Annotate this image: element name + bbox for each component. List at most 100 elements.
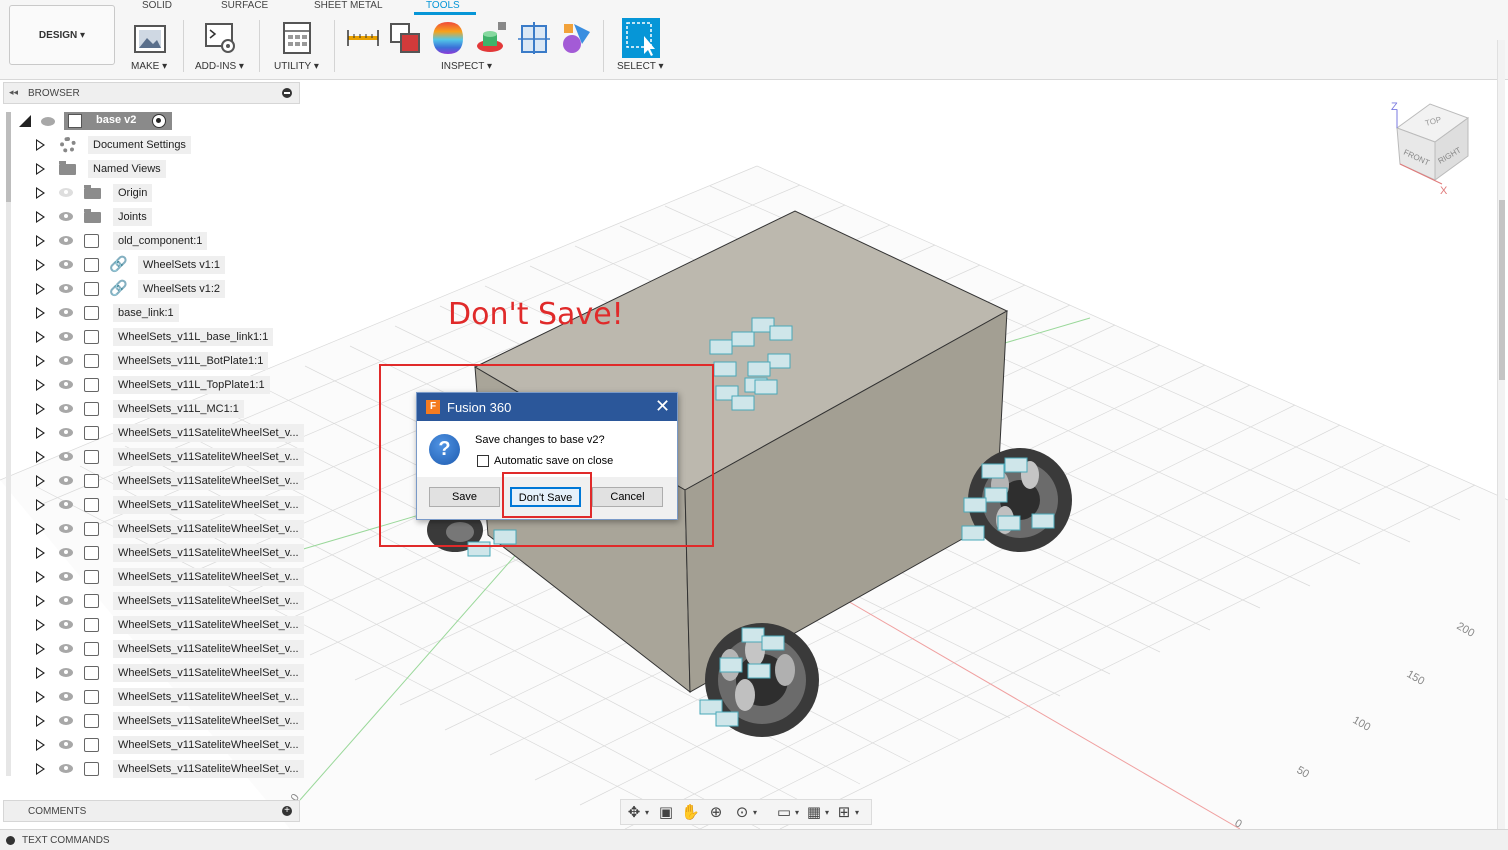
tab-tools[interactable]: TOOLS: [426, 0, 460, 11]
browser-tree-item[interactable]: WheelSets_v11SateliteWheelSet_v...: [32, 686, 304, 708]
visibility-eye-icon[interactable]: [59, 428, 73, 437]
expand-caret-icon[interactable]: [36, 667, 45, 679]
expand-caret-icon[interactable]: [36, 475, 45, 487]
browser-tree-item[interactable]: Origin: [32, 182, 302, 204]
expand-caret-icon[interactable]: [36, 595, 45, 607]
zebra-analysis-icon[interactable]: [431, 20, 465, 56]
browser-tree-item[interactable]: WheelSets_v11SateliteWheelSet_v...: [32, 470, 304, 492]
visibility-eye-icon[interactable]: [59, 668, 73, 677]
visibility-eye-icon[interactable]: [59, 188, 73, 197]
expand-caret-icon[interactable]: [36, 403, 45, 415]
viewports-icon[interactable]: ⊞: [835, 804, 853, 822]
expand-caret-icon[interactable]: [36, 139, 45, 151]
expand-caret-icon[interactable]: [36, 211, 45, 223]
visibility-eye-icon[interactable]: [59, 284, 73, 293]
expand-caret-icon[interactable]: [36, 283, 45, 295]
visibility-eye-icon[interactable]: [59, 500, 73, 509]
browser-tree-item[interactable]: Joints: [32, 206, 302, 228]
browser-tree-item[interactable]: WheelSets_v11L_MC1:1: [32, 398, 302, 420]
expand-caret-icon[interactable]: [36, 571, 45, 583]
expand-caret-icon[interactable]: [36, 379, 45, 391]
select-tool-icon[interactable]: [622, 18, 660, 58]
cancel-button[interactable]: Cancel: [592, 487, 663, 507]
draft-analysis-icon[interactable]: [474, 20, 508, 56]
visibility-eye-icon[interactable]: [59, 740, 73, 749]
expand-caret-icon[interactable]: [36, 763, 45, 775]
section-analysis-icon[interactable]: [518, 20, 552, 56]
expand-root-icon[interactable]: [19, 115, 31, 127]
text-commands-toggle-icon[interactable]: [6, 836, 15, 845]
browser-tree-item[interactable]: WheelSets_v11SateliteWheelSet_v...: [32, 758, 304, 780]
visibility-eye-icon[interactable]: [59, 572, 73, 581]
browser-tree-item[interactable]: base_link:1: [32, 302, 302, 324]
automatic-save-checkbox[interactable]: [477, 455, 489, 467]
browser-tree-item[interactable]: WheelSets_v11L_TopPlate1:1: [32, 374, 302, 396]
select-group-label[interactable]: SELECT ▾: [617, 61, 664, 72]
interference-icon[interactable]: [389, 20, 423, 56]
viewport-scrollbar[interactable]: [1497, 40, 1505, 830]
expand-caret-icon[interactable]: [36, 235, 45, 247]
expand-caret-icon[interactable]: [36, 163, 45, 175]
expand-caret-icon[interactable]: [36, 523, 45, 535]
automatic-save-label[interactable]: Automatic save on close: [494, 455, 613, 467]
browser-tree-item[interactable]: WheelSets_v11SateliteWheelSet_v...: [32, 518, 304, 540]
display-dropdown-icon[interactable]: ▾: [795, 808, 799, 817]
zoom-icon[interactable]: ⊕: [707, 804, 725, 822]
expand-caret-icon[interactable]: [36, 427, 45, 439]
visibility-eye-icon[interactable]: [59, 308, 73, 317]
addins-group-label[interactable]: ADD-INS ▾: [195, 61, 244, 72]
expand-caret-icon[interactable]: [36, 259, 45, 271]
expand-caret-icon[interactable]: [36, 499, 45, 511]
browser-tree-item[interactable]: WheelSets_v11L_base_link1:1: [32, 326, 302, 348]
add-comment-icon[interactable]: +: [282, 806, 292, 816]
browser-tree-item[interactable]: old_component:1: [32, 230, 302, 252]
visibility-eye-icon[interactable]: [59, 332, 73, 341]
text-commands-bar[interactable]: TEXT COMMANDS: [0, 829, 1508, 850]
orbit-icon[interactable]: ✥: [625, 804, 643, 822]
expand-caret-icon[interactable]: [36, 187, 45, 199]
utility-group-label[interactable]: UTILITY ▾: [274, 61, 319, 72]
expand-caret-icon[interactable]: [36, 307, 45, 319]
collapse-panel-icon[interactable]: ◂◂: [9, 87, 18, 98]
visibility-eye-icon[interactable]: [59, 452, 73, 461]
measure-icon[interactable]: [346, 20, 380, 56]
browser-tree-item[interactable]: WheelSets_v11SateliteWheelSet_v...: [32, 566, 304, 588]
browser-tree-item[interactable]: WheelSets_v11SateliteWheelSet_v...: [32, 710, 304, 732]
visibility-eye-icon[interactable]: [59, 764, 73, 773]
browser-tree-item[interactable]: WheelSets_v11SateliteWheelSet_v...: [32, 662, 304, 684]
expand-caret-icon[interactable]: [36, 547, 45, 559]
expand-caret-icon[interactable]: [36, 739, 45, 751]
visibility-eye-icon[interactable]: [59, 692, 73, 701]
visibility-eye-icon[interactable]: [59, 620, 73, 629]
visibility-eye-icon[interactable]: [59, 260, 73, 269]
view-cube[interactable]: TOP FRONT RIGHT Z X: [1391, 101, 1470, 197]
browser-minimize-icon[interactable]: [282, 88, 292, 98]
viewports-dropdown-icon[interactable]: ▾: [855, 808, 859, 817]
browser-tree-item[interactable]: WheelSets_v11SateliteWheelSet_v...: [32, 494, 304, 516]
browser-tree-item[interactable]: 🔗 WheelSets v1:2: [32, 278, 302, 300]
browser-tree-item[interactable]: WheelSets_v11SateliteWheelSet_v...: [32, 614, 304, 636]
expand-caret-icon[interactable]: [36, 355, 45, 367]
browser-tree-item[interactable]: WheelSets_v11SateliteWheelSet_v...: [32, 446, 304, 468]
visibility-eye-icon[interactable]: [59, 716, 73, 725]
save-button[interactable]: Save: [429, 487, 500, 507]
browser-tree-item[interactable]: WheelSets_v11SateliteWheelSet_v...: [32, 422, 304, 444]
tab-sheet-metal[interactable]: SHEET METAL: [314, 0, 383, 11]
visibility-eye-icon[interactable]: [41, 117, 55, 126]
browser-tree-item[interactable]: Named Views: [32, 158, 302, 180]
visibility-eye-icon[interactable]: [59, 212, 73, 221]
workspace-switcher-button[interactable]: DESIGN ▾: [9, 5, 115, 65]
look-at-icon[interactable]: ▣: [657, 804, 675, 822]
visibility-eye-icon[interactable]: [59, 356, 73, 365]
browser-tree-item[interactable]: WheelSets_v11SateliteWheelSet_v...: [32, 734, 304, 756]
visibility-eye-icon[interactable]: [59, 404, 73, 413]
expand-caret-icon[interactable]: [36, 691, 45, 703]
browser-tree-item[interactable]: WheelSets_v11SateliteWheelSet_v...: [32, 542, 304, 564]
browser-tree-item[interactable]: Document Settings: [32, 134, 302, 156]
dialog-titlebar[interactable]: F Fusion 360 ✕: [417, 393, 677, 421]
display-component-colors-icon[interactable]: [560, 20, 594, 56]
expand-caret-icon[interactable]: [36, 451, 45, 463]
tab-solid[interactable]: SOLID: [142, 0, 172, 11]
3d-print-icon[interactable]: [133, 20, 167, 56]
browser-tree-item[interactable]: WheelSets_v11SateliteWheelSet_v...: [32, 638, 304, 660]
